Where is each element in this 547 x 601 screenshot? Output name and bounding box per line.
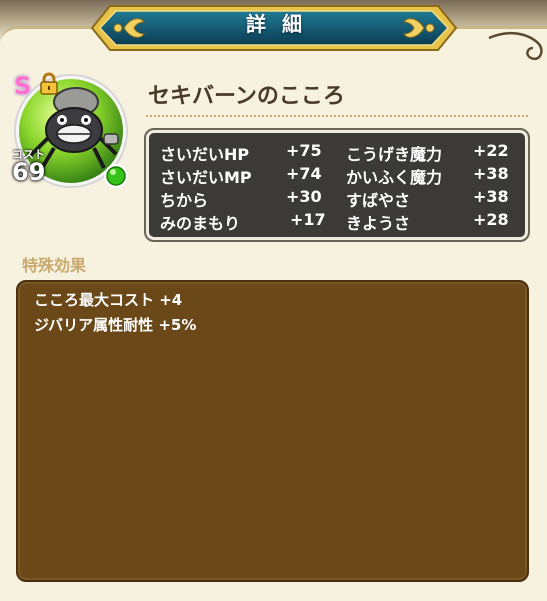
stat-value: +74 <box>286 164 322 183</box>
rank-badge: S <box>14 72 32 100</box>
section-label-special: 特殊効果 <box>22 256 87 275</box>
stat-label: こうげき魔力 <box>346 145 443 164</box>
corner-flourish-icon <box>488 31 543 61</box>
stats-table: さいだいHP +75 さいだいMP +74 ちから +30 みのまもり +17 … <box>144 128 530 242</box>
stat-label: かいふく魔力 <box>346 168 443 187</box>
lock-icon[interactable] <box>38 72 60 96</box>
stat-label: すばやさ <box>346 191 411 210</box>
stat-value: +17 <box>290 210 326 229</box>
effect-item: こころ最大コスト +4 <box>34 291 183 309</box>
title-banner: 詳細 <box>88 0 460 56</box>
stat-label: ちから <box>160 191 209 210</box>
effect-item: ジバリア属性耐性 +5% <box>34 316 197 334</box>
kokoro-name: セキバーンのこころ <box>148 84 345 109</box>
stat-value: +38 <box>473 164 509 183</box>
stat-value: +38 <box>473 187 509 206</box>
divider <box>146 115 528 117</box>
stat-value: +75 <box>286 141 322 160</box>
stat-label: さいだいHP <box>160 145 250 164</box>
stat-label: さいだいMP <box>160 168 252 187</box>
cost-value: 69 <box>12 158 46 186</box>
stat-label: みのまもり <box>160 214 241 233</box>
stat-value: +22 <box>473 141 509 160</box>
page-title: 詳細 <box>246 12 318 36</box>
stat-value: +30 <box>286 187 322 206</box>
stat-label: きようさ <box>346 214 411 233</box>
stat-value: +28 <box>473 210 509 229</box>
